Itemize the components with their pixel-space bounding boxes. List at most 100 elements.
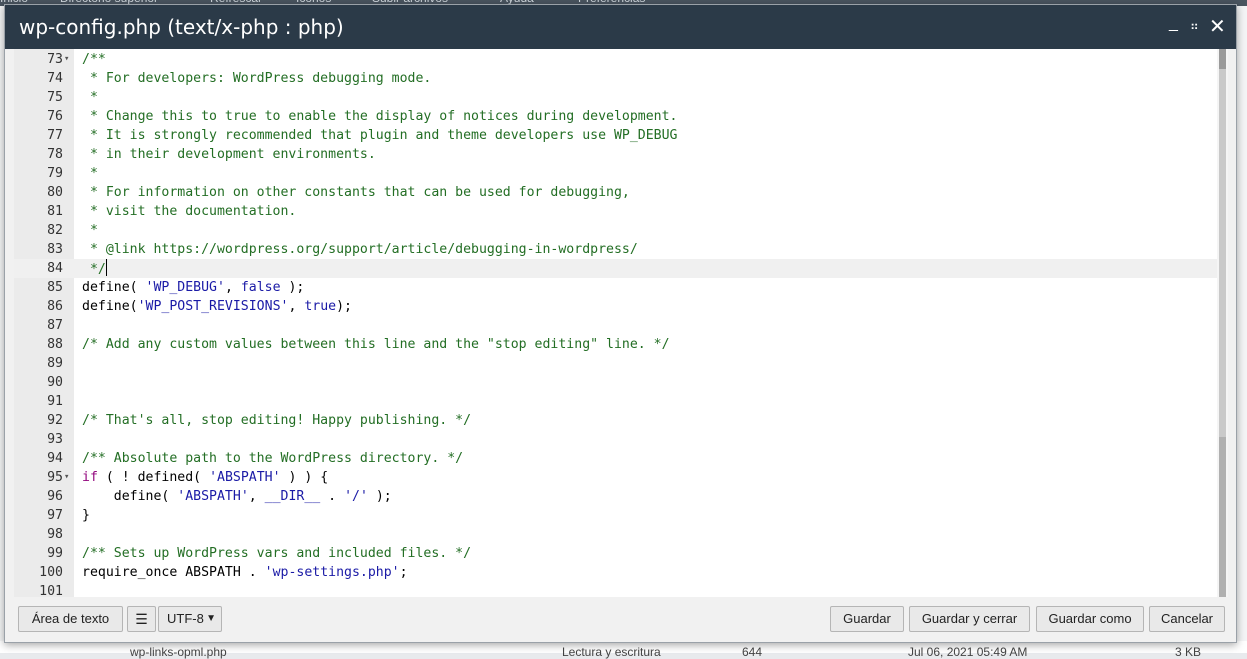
line-number: 98	[47, 527, 63, 542]
dialog-title: wp-config.php (text/x-php : php)	[19, 15, 344, 39]
line-text: * visit the documentation.	[82, 204, 297, 219]
maximize-icon[interactable]: ⠶	[1190, 19, 1199, 33]
vertical-scrollbar[interactable]	[1217, 49, 1228, 597]
code-line[interactable]: 91	[14, 392, 1217, 411]
encoding-value: UTF-8	[167, 611, 204, 626]
line-number: 92	[47, 413, 63, 428]
line-number: 97	[47, 508, 63, 523]
code-line[interactable]: 98	[14, 525, 1217, 544]
code-line[interactable]: 75 *	[14, 88, 1217, 107]
line-number: 76	[47, 109, 63, 124]
code-line[interactable]: 100 require_once ABSPATH . 'wp-settings.p…	[14, 563, 1217, 582]
code-line[interactable]: 87	[14, 316, 1217, 335]
code-line[interactable]: 92 /* That's all, stop editing! Happy pub…	[14, 411, 1217, 430]
code-line[interactable]: 89	[14, 354, 1217, 373]
code-line[interactable]: 86 define('WP_POST_REVISIONS', true);	[14, 297, 1217, 316]
line-text: *	[82, 166, 98, 181]
close-icon[interactable]: ✕	[1209, 14, 1226, 39]
line-number: 94	[47, 451, 63, 466]
line-number: 83	[47, 242, 63, 257]
code-line[interactable]: 77 * It is strongly recommended that plu…	[14, 126, 1217, 145]
minimize-icon[interactable]: _	[1169, 15, 1178, 33]
line-number: 95	[47, 470, 63, 485]
background-file-cell: Jul 06, 2021 05:49 AM	[908, 645, 1028, 659]
code-editor[interactable]: 73 ▾/** 74 * For developers: WordPress deb…	[14, 49, 1228, 597]
line-text: define( 'WP_DEBUG', false );	[82, 280, 305, 295]
code-line[interactable]: 78 * in their development environments.	[14, 145, 1217, 164]
chevron-down-icon: ▼	[206, 613, 216, 624]
line-number: 80	[47, 185, 63, 200]
encoding-select[interactable]: UTF-8 ▼	[158, 606, 222, 632]
line-number: 73	[47, 52, 63, 67]
code-line[interactable]: 73 ▾ /**	[14, 50, 1217, 69]
line-text: define('WP_POST_REVISIONS', true);	[82, 299, 352, 314]
dialog-titlebar[interactable]: wp-config.php (text/x-php : php) _ ⠶ ✕	[5, 5, 1236, 49]
cancel-button[interactable]: Cancelar	[1149, 606, 1225, 632]
line-text: * For developers: WordPress debugging mo…	[82, 71, 432, 86]
line-number: 78	[47, 147, 63, 162]
line-number: 77	[47, 128, 63, 143]
code-line[interactable]: 96 define( 'ABSPATH', __DIR__ . '/' );	[14, 487, 1217, 506]
line-number: 79	[47, 166, 63, 181]
scrollbar-thumb[interactable]	[1219, 49, 1226, 597]
line-text: *	[82, 90, 98, 105]
line-number: 88	[47, 337, 63, 352]
line-text: */	[82, 259, 107, 279]
line-number: 75	[47, 90, 63, 105]
save-as-button[interactable]: Guardar como	[1036, 606, 1144, 632]
code-line[interactable]: 97}	[14, 506, 1217, 525]
dialog-footer: Área de texto ☰ UTF-8 ▼ Guardar Guardar …	[5, 597, 1236, 642]
code-line[interactable]: 99 /** Sets up WordPress vars and include…	[14, 544, 1217, 563]
code-line[interactable]: 74 * For developers: WordPress debugging…	[14, 69, 1217, 88]
line-number: 74	[47, 71, 63, 86]
line-number: 82	[47, 223, 63, 238]
line-number: 89	[47, 356, 63, 371]
line-text: /* That's all, stop editing! Happy publi…	[82, 413, 472, 428]
background-file-cell: wp-links-opml.php	[130, 645, 227, 659]
options-button[interactable]: ☰	[127, 606, 156, 632]
code-line[interactable]: 90	[14, 373, 1217, 392]
save-button[interactable]: Guardar	[830, 606, 904, 632]
line-number: 81	[47, 204, 63, 219]
line-number: 86	[47, 299, 63, 314]
code-line[interactable]: 94 /** Absolute path to the WordPress dir…	[14, 449, 1217, 468]
code-line[interactable]: 101	[14, 582, 1217, 597]
background-file-cell: 3 KB	[1175, 645, 1202, 659]
line-text: /**	[82, 52, 106, 67]
line-number: 93	[47, 432, 63, 447]
line-number: 90	[47, 375, 63, 390]
fold-toggle-icon[interactable]: ▾	[64, 468, 69, 487]
sliders-icon: ☰	[135, 611, 148, 627]
line-text: define( 'ABSPATH', __DIR__ . '/' );	[113, 489, 392, 504]
save-and-close-button[interactable]: Guardar y cerrar	[909, 606, 1030, 632]
code-line[interactable]: 95 ▾ if ( ! defined( 'ABSPATH' ) ) {	[14, 468, 1217, 487]
code-line[interactable]: 88 /* Add any custom values between this …	[14, 335, 1217, 354]
line-text: /** Sets up WordPress vars and included …	[82, 546, 472, 561]
line-text: * Change this to true to enable the disp…	[82, 109, 678, 124]
background-file-cell: Lectura y escritura	[562, 645, 661, 659]
code-line[interactable]: 85 define( 'WP_DEBUG', false );	[14, 278, 1217, 297]
line-number: 91	[47, 394, 63, 409]
code-line[interactable]: 93	[14, 430, 1217, 449]
background-file-cell: 644	[742, 645, 763, 659]
wrap-toggle-button[interactable]: Área de texto	[18, 606, 123, 632]
line-text: * For information on other constants tha…	[82, 185, 630, 200]
line-number: 99	[47, 546, 63, 561]
fold-toggle-icon[interactable]: ▾	[64, 50, 69, 69]
code-line[interactable]: 83 * @link https://wordpress.org/support…	[14, 240, 1217, 259]
code-line[interactable]: 80 * For information on other constants …	[14, 183, 1217, 202]
code-line[interactable]: 81 * visit the documentation.	[14, 202, 1217, 221]
line-text: * It is strongly recommended that plugin…	[82, 128, 678, 143]
line-text: *	[82, 223, 98, 238]
code-line[interactable]: 76 * Change this to true to enable the d…	[14, 107, 1217, 126]
line-text: * @link https://wordpress.org/support/ar…	[82, 242, 638, 257]
line-number: 87	[47, 318, 63, 333]
line-number: 101	[39, 584, 63, 597]
line-number: 96	[47, 489, 63, 504]
code-line[interactable]: 84 */	[14, 259, 1217, 278]
line-number: 84	[47, 261, 63, 276]
code-line[interactable]: 79 *	[14, 164, 1217, 183]
line-text: * in their development environments.	[82, 147, 376, 162]
editor-dialog: wp-config.php (text/x-php : php) _ ⠶ ✕ 7…	[4, 4, 1237, 643]
code-line[interactable]: 82 *	[14, 221, 1217, 240]
